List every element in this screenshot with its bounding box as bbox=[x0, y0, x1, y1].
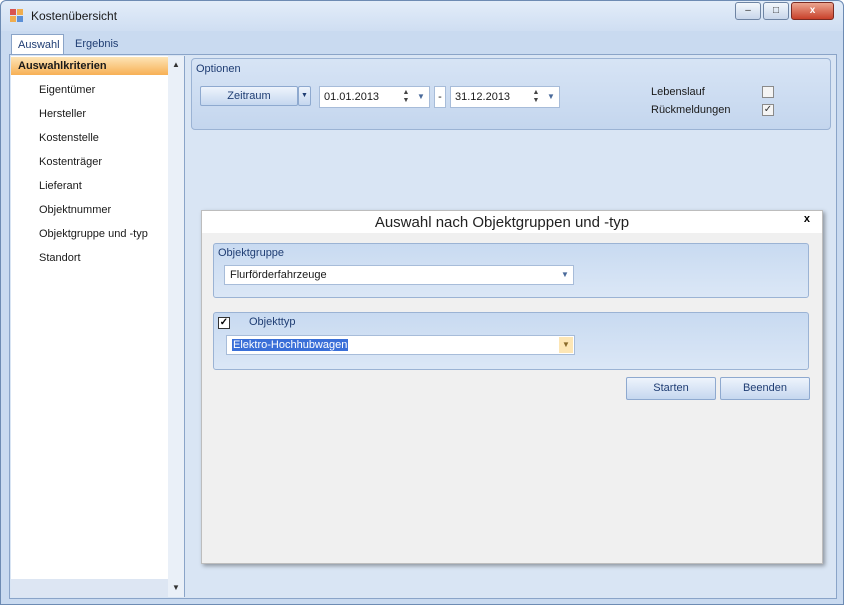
minimize-button[interactable]: – bbox=[735, 2, 761, 20]
sidebar-footer bbox=[11, 579, 168, 597]
rueckmeldungen-checkbox[interactable]: ✓ bbox=[762, 104, 774, 116]
objektgruppe-select[interactable]: Flurförderfahrzeuge ▼ bbox=[224, 265, 574, 285]
window-title: Kostenübersicht bbox=[31, 9, 118, 23]
sidebar-item-objektgruppe[interactable]: Objektgruppe und -typ bbox=[39, 228, 148, 240]
object-selection-dialog: Auswahl nach Objektgruppen und -typ x Ob… bbox=[201, 210, 823, 564]
beenden-button[interactable]: Beenden bbox=[720, 377, 810, 400]
date-from-dropdown-icon[interactable]: ▼ bbox=[416, 92, 426, 101]
lebenslauf-checkbox[interactable] bbox=[762, 86, 774, 98]
sidebar-item-kostenstelle[interactable]: Kostenstelle bbox=[39, 132, 99, 144]
starten-button[interactable]: Starten bbox=[626, 377, 716, 400]
chevron-down-icon[interactable]: ▼ bbox=[559, 337, 573, 353]
zeitraum-button[interactable]: Zeitraum bbox=[200, 86, 298, 106]
lebenslauf-label: Lebenslauf bbox=[651, 86, 705, 98]
date-to-down-icon[interactable]: ▼ bbox=[531, 97, 541, 104]
sidebar-item-kostentraeger[interactable]: Kostenträger bbox=[39, 156, 102, 168]
close-button[interactable]: x bbox=[791, 2, 834, 20]
tab-auswahl[interactable]: Auswahl bbox=[11, 34, 64, 55]
date-from-up-icon[interactable]: ▲ bbox=[401, 89, 411, 96]
maximize-button[interactable]: □ bbox=[763, 2, 789, 20]
objekttyp-label: Objekttyp bbox=[249, 316, 296, 328]
tab-content: Auswahlkriterien Eigentümer Hersteller K… bbox=[9, 54, 837, 599]
dialog-title-bar[interactable]: Auswahl nach Objektgruppen und -typ x bbox=[202, 211, 822, 233]
date-from-value: 01.01.2013 bbox=[324, 91, 380, 103]
sidebar-header[interactable]: Auswahlkriterien bbox=[11, 57, 168, 75]
scroll-up-icon[interactable]: ▲ bbox=[168, 57, 184, 73]
objekttyp-group: ✓ Objekttyp Elektro-Hochhubwagen ▼ bbox=[213, 312, 809, 370]
scroll-down-icon[interactable]: ▼ bbox=[168, 580, 184, 596]
sidebar-scrollbar[interactable]: ▲ ▼ bbox=[168, 56, 184, 597]
objektgruppe-value: Flurförderfahrzeuge bbox=[230, 269, 327, 281]
tab-ergebnis[interactable]: Ergebnis bbox=[69, 34, 129, 55]
rueckmeldungen-label: Rückmeldungen bbox=[651, 104, 731, 116]
objekttyp-select[interactable]: Elektro-Hochhubwagen ▼ bbox=[226, 335, 575, 355]
date-separator: - bbox=[434, 86, 446, 108]
app-icon bbox=[10, 9, 24, 23]
sidebar-item-hersteller[interactable]: Hersteller bbox=[39, 108, 86, 120]
objekttyp-value: Elektro-Hochhubwagen bbox=[232, 339, 349, 351]
sidebar-item-lieferant[interactable]: Lieferant bbox=[39, 180, 82, 192]
date-from-field[interactable]: 01.01.2013 bbox=[319, 86, 430, 108]
objektgruppe-group: Objektgruppe Flurförderfahrzeuge ▼ bbox=[213, 243, 809, 298]
criteria-sidebar: Auswahlkriterien Eigentümer Hersteller K… bbox=[11, 56, 185, 597]
date-to-value: 31.12.2013 bbox=[455, 91, 511, 103]
objektgruppe-label: Objektgruppe bbox=[218, 247, 285, 259]
date-to-up-icon[interactable]: ▲ bbox=[531, 89, 541, 96]
application-window: Kostenübersicht – □ x Auswahl Ergebnis A… bbox=[0, 0, 844, 605]
zeitraum-dropdown-icon[interactable]: ▼ bbox=[298, 86, 311, 106]
chevron-down-icon[interactable]: ▼ bbox=[558, 267, 572, 283]
tab-strip: Auswahl Ergebnis bbox=[1, 31, 843, 55]
sidebar-item-objektnummer[interactable]: Objektnummer bbox=[39, 204, 111, 216]
main-panel: Optionen Zeitraum ▼ 01.01.2013 ▲ ▼ ▼ - 3… bbox=[187, 56, 835, 597]
dialog-title: Auswahl nach Objektgruppen und -typ bbox=[374, 214, 630, 231]
objekttyp-checkbox[interactable]: ✓ bbox=[218, 317, 230, 329]
sidebar-item-standort[interactable]: Standort bbox=[39, 252, 81, 264]
title-bar[interactable]: Kostenübersicht – □ x bbox=[1, 1, 843, 31]
dialog-close-icon[interactable]: x bbox=[804, 213, 810, 225]
options-group: Optionen Zeitraum ▼ 01.01.2013 ▲ ▼ ▼ - 3… bbox=[191, 58, 831, 130]
sidebar-item-eigentuemer[interactable]: Eigentümer bbox=[39, 84, 95, 96]
date-from-down-icon[interactable]: ▼ bbox=[401, 97, 411, 104]
date-to-field[interactable]: 31.12.2013 bbox=[450, 86, 560, 108]
date-to-dropdown-icon[interactable]: ▼ bbox=[546, 92, 556, 101]
options-title: Optionen bbox=[196, 63, 241, 75]
